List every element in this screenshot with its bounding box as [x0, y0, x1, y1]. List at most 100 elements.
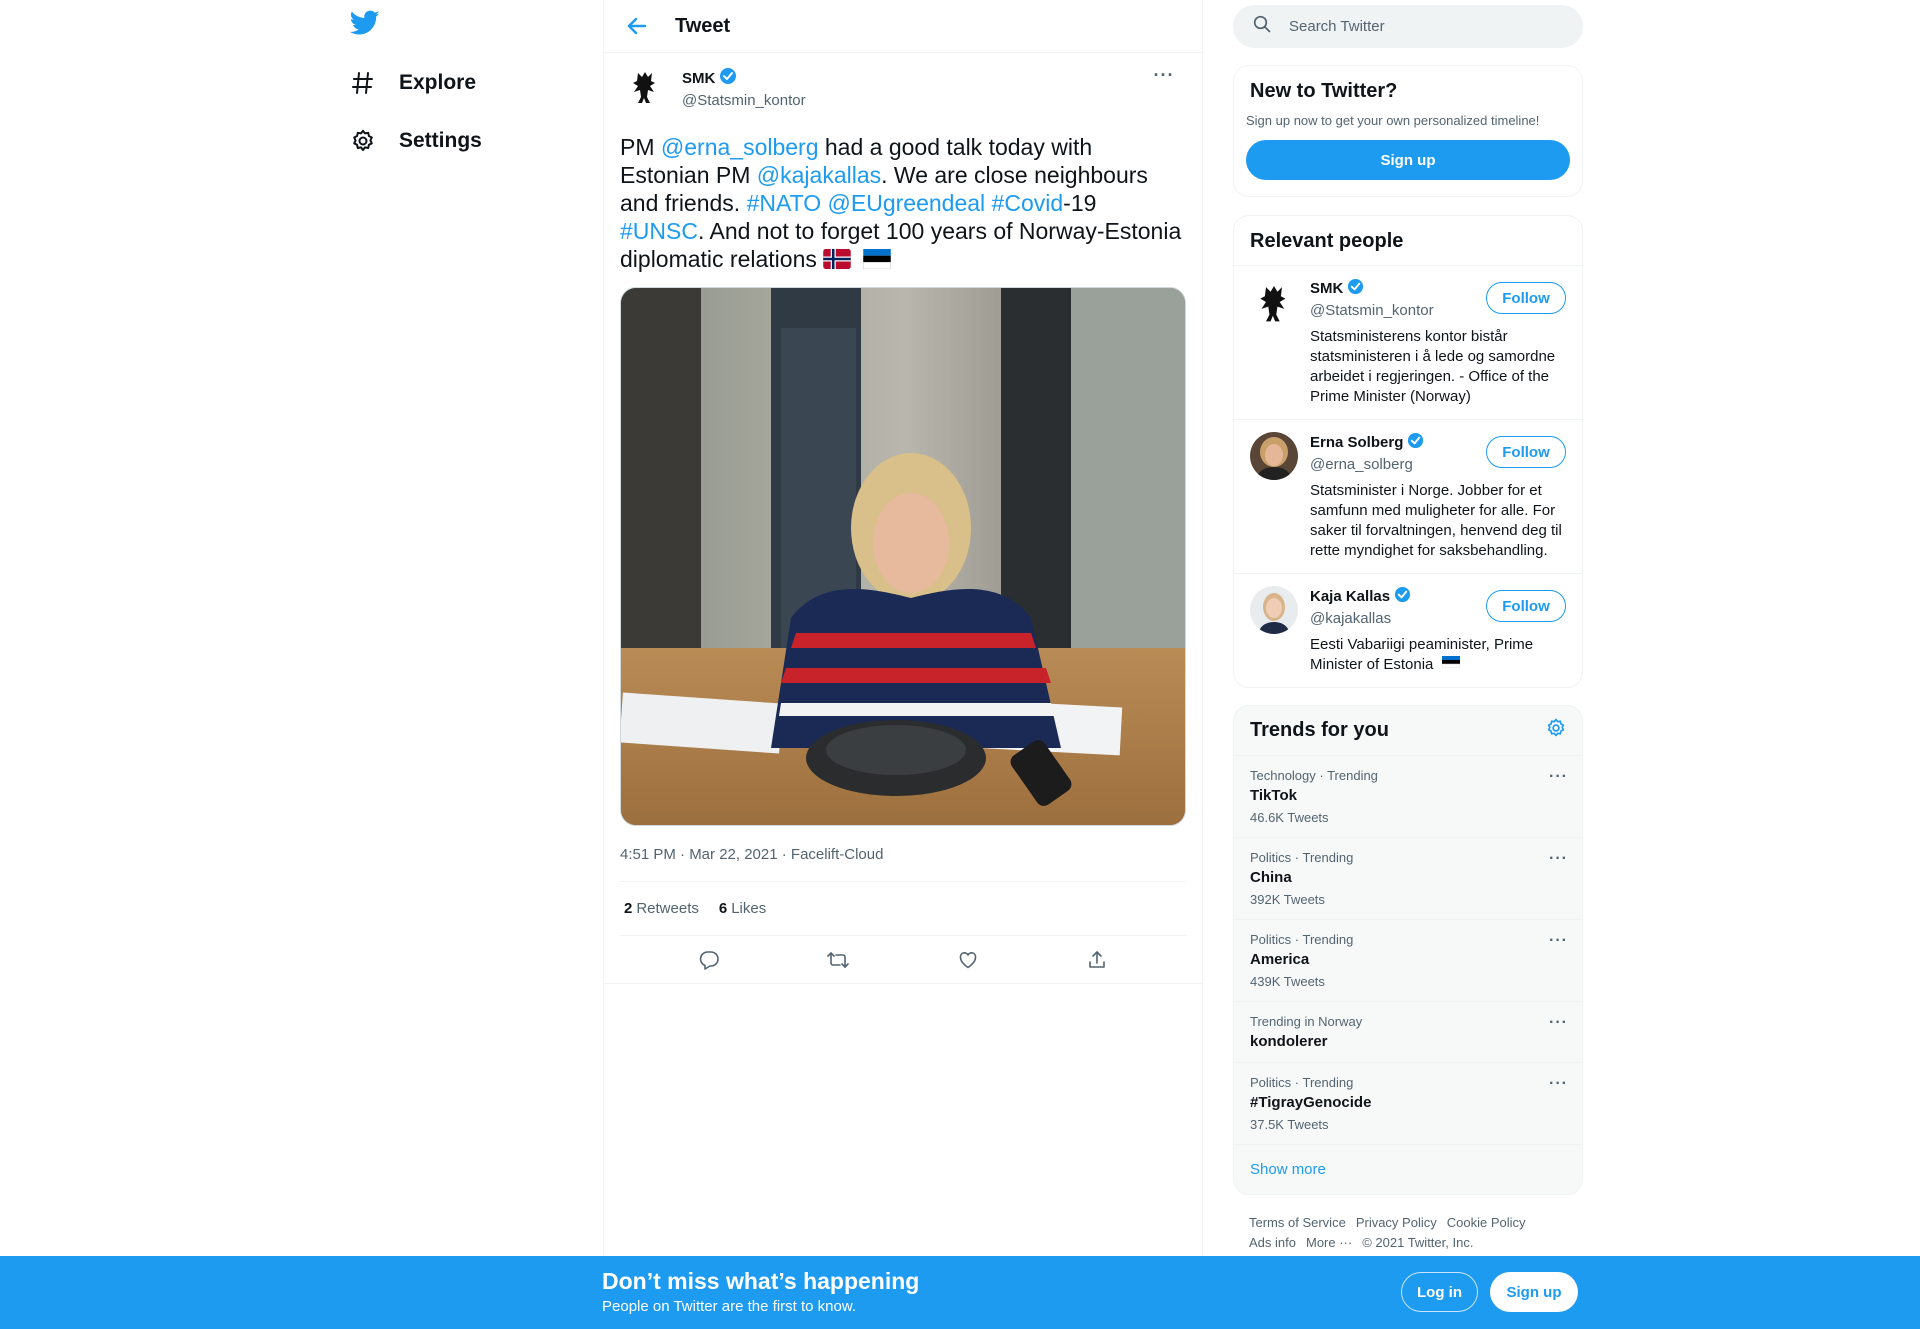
trend-item[interactable]: Politics · Trending China 392K Tweets ··…: [1234, 838, 1582, 920]
tweet-text-segment: PM: [620, 134, 661, 160]
person-bio: Statsministerens kontor bistår statsmini…: [1310, 328, 1556, 405]
author-name-text: SMK: [682, 69, 716, 87]
person-name: Kaja Kallas: [1310, 586, 1411, 607]
trend-item[interactable]: Politics · Trending #TigrayGenocide 37.5…: [1234, 1063, 1582, 1145]
gear-icon[interactable]: [1546, 718, 1566, 743]
trend-category: Politics · Trending: [1250, 932, 1354, 947]
tweet-photo[interactable]: [620, 287, 1186, 826]
kaja-kallas-avatar[interactable]: [1250, 586, 1298, 634]
trends-card: Trends for you Technology · Trending Tik…: [1233, 705, 1583, 1195]
hashtag-icon: [350, 70, 376, 96]
trend-category: Politics · Trending: [1250, 1075, 1354, 1090]
nav-explore-label: Explore: [399, 71, 477, 94]
sign-up-button[interactable]: Sign up: [1246, 140, 1570, 180]
trend-item[interactable]: Politics · Trending America 439K Tweets …: [1234, 920, 1582, 1002]
more-options-icon[interactable]: ···: [1549, 768, 1568, 786]
person-erna-solberg[interactable]: Erna Solberg @erna_solberg Statsminister…: [1234, 420, 1582, 574]
trend-name: America: [1250, 951, 1310, 968]
likes-count[interactable]: 6 Likes: [719, 900, 766, 917]
nav-explore[interactable]: Explore: [350, 59, 476, 107]
relevant-people-title: Relevant people: [1234, 216, 1582, 266]
footer-link-terms[interactable]: Terms of Service: [1249, 1215, 1346, 1230]
estonia-flag-icon: [1438, 656, 1460, 673]
back-arrow-icon[interactable]: [624, 13, 650, 39]
smk-avatar[interactable]: [1250, 278, 1298, 326]
trend-item[interactable]: Trending in Norway kondolerer ···: [1234, 1002, 1582, 1063]
footer-link-privacy[interactable]: Privacy Policy: [1356, 1215, 1437, 1230]
search-input[interactable]: [1289, 18, 1539, 35]
author-name[interactable]: SMK: [682, 67, 737, 89]
author-handle[interactable]: @Statsmin_kontor: [682, 92, 806, 109]
trend-count: 392K Tweets: [1250, 892, 1325, 907]
trend-category: Trending in Norway: [1250, 1014, 1363, 1029]
tweet-header: Tweet: [604, 0, 1202, 53]
trend-name: #TigrayGenocide: [1250, 1094, 1372, 1111]
new-to-twitter-title: New to Twitter?: [1250, 80, 1398, 102]
new-to-twitter-card: New to Twitter? Sign up now to get your …: [1233, 65, 1583, 197]
retweet-icon[interactable]: [821, 943, 855, 977]
tweet-link[interactable]: @EUgreendeal: [828, 190, 986, 216]
author-names: SMK @Statsmin_kontor: [682, 67, 806, 109]
share-icon[interactable]: [1080, 943, 1114, 977]
footer-links: Terms of Service Privacy Policy Cookie Pol…: [1233, 1195, 1583, 1253]
estonia-flag-icon: [857, 246, 897, 272]
show-more-link[interactable]: Show more: [1234, 1145, 1582, 1194]
relevant-people-card: Relevant people SMK @Statsmin_kontor Sta…: [1233, 215, 1583, 688]
tweet-link[interactable]: @erna_solberg: [661, 134, 819, 160]
trend-count: 37.5K Tweets: [1250, 1117, 1329, 1132]
person-name-text: Erna Solberg: [1310, 434, 1404, 451]
signup-banner: Don’t miss what’s happening People on Tw…: [0, 1256, 1920, 1329]
more-options-icon[interactable]: ···: [1549, 932, 1568, 950]
more-options-icon[interactable]: ···: [1152, 66, 1176, 91]
search-bar[interactable]: [1233, 5, 1583, 48]
tweet-author: SMK @Statsmin_kontor ···: [620, 53, 1186, 127]
tweet-text-segment: -19: [1063, 190, 1097, 216]
trend-name: kondolerer: [1250, 1033, 1328, 1050]
verified-badge-icon: [1394, 586, 1411, 607]
footer-link-more[interactable]: More ···: [1306, 1235, 1352, 1250]
footer-link-ads[interactable]: Ads info: [1249, 1235, 1296, 1250]
reply-icon[interactable]: [692, 943, 726, 977]
person-smk[interactable]: SMK @Statsmin_kontor Statsministerens ko…: [1234, 266, 1582, 420]
erna-solberg-avatar[interactable]: [1250, 432, 1298, 480]
like-icon[interactable]: [951, 943, 985, 977]
trends-title: Trends for you: [1250, 719, 1389, 741]
log-in-button[interactable]: Log in: [1401, 1272, 1478, 1312]
footer-link-cookie[interactable]: Cookie Policy: [1447, 1215, 1526, 1230]
person-kaja-kallas[interactable]: Kaja Kallas @kajakallas Eesti Vabariigi …: [1234, 574, 1582, 687]
footer-copyright: © 2021 Twitter, Inc.: [1362, 1235, 1474, 1250]
tweet-link[interactable]: @kajakallas: [757, 162, 881, 188]
trend-name: TikTok: [1250, 787, 1297, 804]
more-options-icon[interactable]: ···: [1549, 850, 1568, 868]
tweet-timestamp[interactable]: 4:51 PM · Mar 22, 2021 · Facelift-Cloud: [620, 846, 1186, 882]
more-options-icon[interactable]: ···: [1549, 1014, 1568, 1032]
tweet-link[interactable]: #NATO: [747, 190, 822, 216]
twitter-bird-icon[interactable]: [349, 10, 382, 42]
banner-sign-up-button[interactable]: Sign up: [1490, 1272, 1578, 1312]
new-to-twitter-subtitle: Sign up now to get your own personalized…: [1246, 113, 1540, 128]
verified-badge-icon: [1407, 432, 1424, 453]
main-column: Tweet SMK @Statsmin_kontor ··· PM @erna_…: [603, 0, 1203, 1329]
tweet-actions: [604, 936, 1202, 984]
verified-badge-icon: [719, 67, 737, 89]
follow-button[interactable]: Follow: [1486, 436, 1566, 468]
gear-icon: [350, 128, 376, 154]
tweet-link[interactable]: #Covid: [992, 190, 1064, 216]
more-options-icon[interactable]: ···: [1549, 1075, 1568, 1093]
retweets-count[interactable]: 2 Retweets: [624, 900, 699, 917]
trend-category: Technology · Trending: [1250, 768, 1378, 783]
trend-item[interactable]: Technology · Trending TikTok 46.6K Tweet…: [1234, 756, 1582, 838]
trend-category: Politics · Trending: [1250, 850, 1354, 865]
likes-label: Likes: [731, 900, 767, 917]
nav-settings[interactable]: Settings: [350, 117, 482, 165]
banner-subtitle: People on Twitter are the first to know.: [602, 1298, 857, 1315]
tweet-text: PM @erna_solberg had a good talk today w…: [620, 133, 1186, 273]
norway-flag-icon: [817, 246, 857, 272]
tweet-link[interactable]: #UNSC: [620, 218, 698, 244]
likes-number: 6: [718, 900, 728, 917]
follow-button[interactable]: Follow: [1486, 590, 1566, 622]
author-avatar[interactable]: [624, 65, 666, 107]
retweets-number: 2: [624, 900, 633, 917]
follow-button[interactable]: Follow: [1486, 282, 1566, 314]
tweet-stats: 2 Retweets 6 Likes: [620, 882, 1186, 936]
